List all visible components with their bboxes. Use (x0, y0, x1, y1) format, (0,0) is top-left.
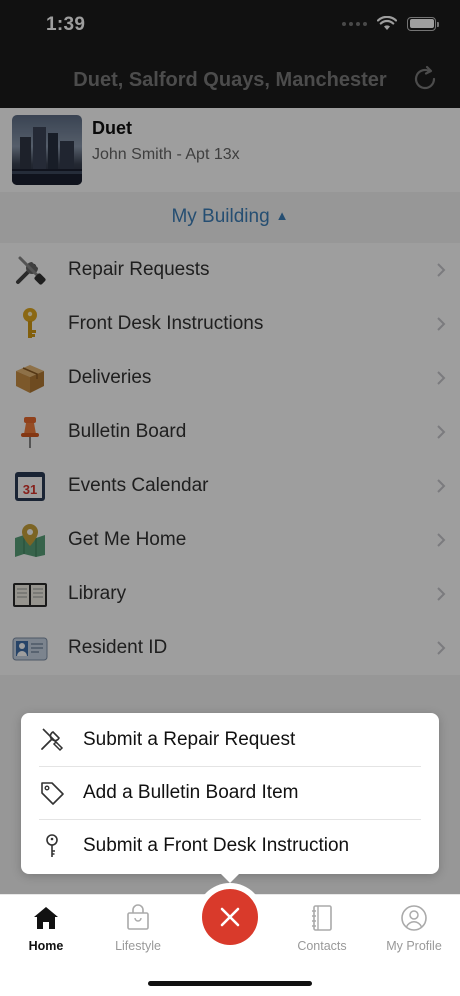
tab-label: Home (28, 939, 64, 953)
tab-lifestyle[interactable]: Lifestyle (92, 903, 184, 953)
address-book-icon (312, 905, 332, 931)
tab-contacts[interactable]: Contacts (276, 903, 368, 953)
action-label: Add a Bulletin Board Item (83, 782, 299, 803)
close-icon (220, 907, 240, 927)
quick-action-menu: Submit a Repair Request Add a Bulletin B… (21, 713, 439, 883)
action-label: Submit a Repair Request (83, 728, 296, 750)
key-icon (46, 834, 58, 857)
action-submit-front-desk-instruction[interactable]: Submit a Front Desk Instruction (39, 819, 421, 872)
tab-label: My Profile (386, 939, 442, 953)
action-add-bulletin-board-item[interactable]: Add a Bulletin Board Item (39, 766, 421, 819)
shopping-bag-icon (127, 904, 149, 930)
tab-my-profile[interactable]: My Profile (368, 903, 460, 953)
tab-label: Lifestyle (115, 939, 161, 953)
tab-home[interactable]: Home (0, 903, 92, 953)
action-label: Submit a Front Desk Instruction (83, 835, 350, 856)
tag-icon (41, 782, 64, 805)
wrench-screwdriver-icon (41, 728, 64, 752)
home-indicator (148, 981, 312, 986)
home-icon (34, 907, 58, 929)
user-circle-icon (401, 905, 427, 931)
action-submit-repair-request[interactable]: Submit a Repair Request (21, 713, 439, 766)
tab-label: Contacts (297, 939, 347, 953)
close-quick-actions-button[interactable] (202, 889, 258, 945)
tab-bar: Home Lifestyle Contacts My Profile (0, 889, 460, 996)
